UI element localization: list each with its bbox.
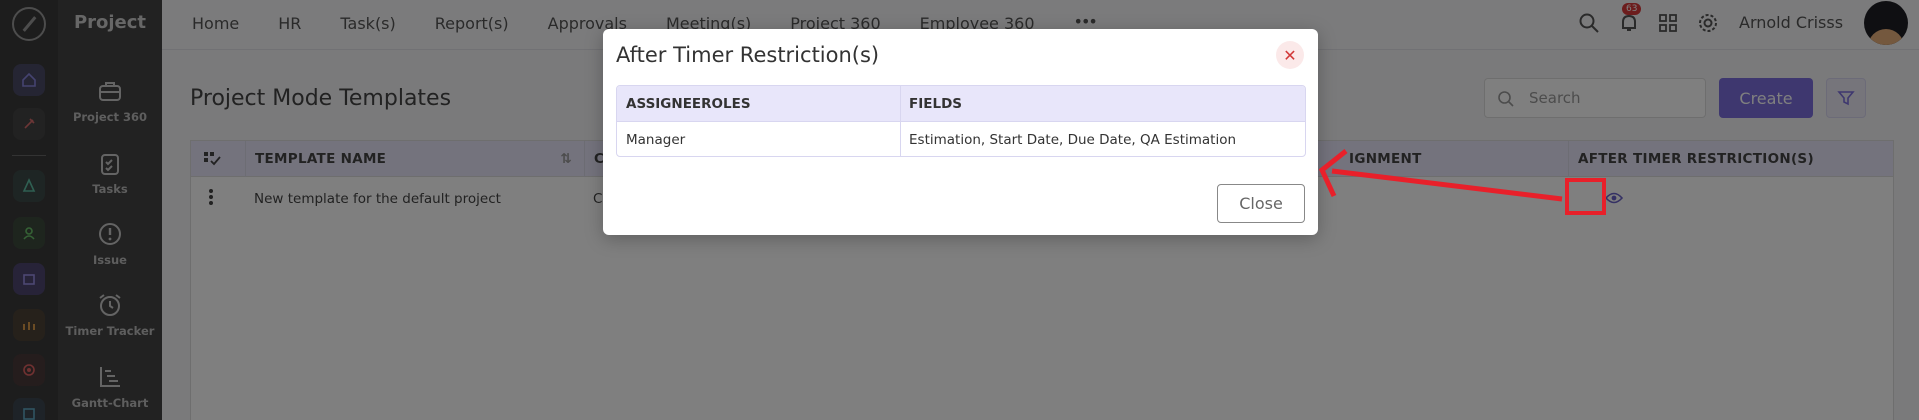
annotation-arrow xyxy=(1318,149,1563,202)
